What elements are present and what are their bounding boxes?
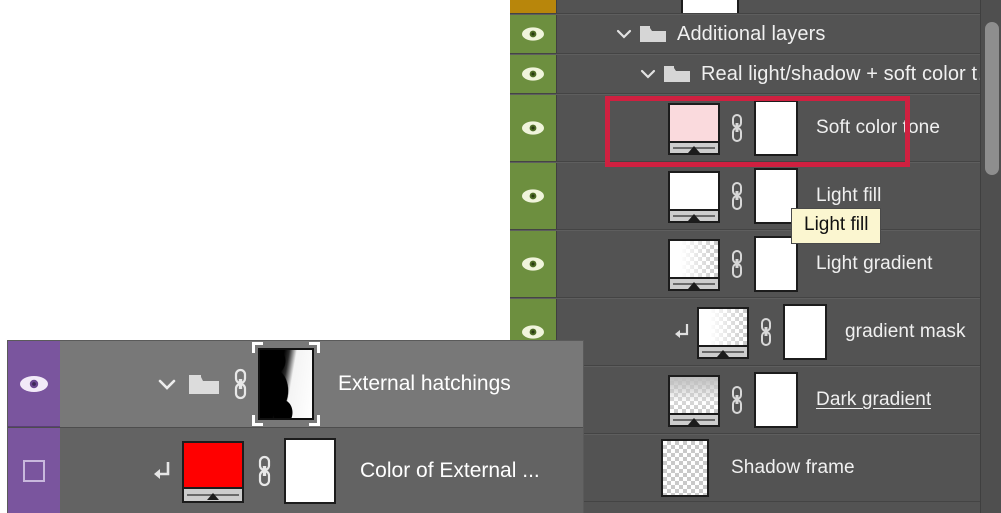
row-content: Real light/shadow + soft color tone: [557, 55, 1001, 93]
eye-icon[interactable]: [520, 324, 546, 340]
visibility-toggle[interactable]: [510, 163, 557, 229]
list-item[interactable]: External hatchings: [8, 341, 583, 428]
chevron-down-icon[interactable]: [154, 371, 180, 397]
layer-mask-thumbnail[interactable]: [284, 438, 336, 504]
layers-panel[interactable]: Additional layers Real light/shadow + so…: [510, 0, 1001, 513]
layer-mask-thumbnail[interactable]: [783, 304, 827, 360]
chevron-down-icon[interactable]: [637, 63, 659, 85]
eye-icon[interactable]: [520, 188, 546, 204]
folder-icon: [664, 66, 690, 82]
table-row[interactable]: [510, 0, 1001, 14]
eye-icon[interactable]: [520, 256, 546, 272]
scrollbar-thumb[interactable]: [985, 22, 999, 175]
screen: Additional layers Real light/shadow + so…: [0, 0, 1001, 513]
layer-mask-thumbnail[interactable]: [754, 372, 798, 428]
visibility-toggle[interactable]: [510, 55, 557, 93]
row-content: Light gradient: [557, 231, 1001, 297]
eye-icon[interactable]: [520, 26, 546, 42]
layer-mask-thumbnail[interactable]: [754, 100, 798, 156]
layer-thumbnail[interactable]: [668, 375, 720, 427]
table-row[interactable]: Real light/shadow + soft color tone: [510, 54, 1001, 94]
layer-name[interactable]: Soft color tone: [816, 117, 940, 139]
link-icon[interactable]: [728, 385, 746, 415]
scrollbar-track[interactable]: [980, 0, 1001, 513]
table-row[interactable]: gradient mask: [510, 298, 1001, 366]
opacity-slider[interactable]: [668, 277, 720, 291]
row-content: Soft color tone: [557, 95, 1001, 161]
layer-name[interactable]: Dark gradient: [816, 389, 931, 411]
row-content: Light fill: [557, 163, 1001, 229]
link-icon[interactable]: [230, 367, 250, 401]
clipping-mask-icon: [675, 324, 689, 338]
table-row[interactable]: Dark gradient: [510, 366, 1001, 434]
chevron-down-icon[interactable]: [613, 23, 635, 45]
row-content: gradient mask: [557, 299, 1001, 365]
tooltip: Light fill: [791, 208, 882, 244]
opacity-slider[interactable]: [668, 141, 720, 155]
link-icon[interactable]: [728, 181, 746, 211]
link-icon[interactable]: [254, 454, 274, 488]
table-row[interactable]: Additional layers: [510, 14, 1001, 54]
eye-icon[interactable]: [520, 66, 546, 82]
table-row[interactable]: Light gradient: [510, 230, 1001, 298]
link-icon[interactable]: [728, 113, 746, 143]
folder-icon: [640, 26, 666, 42]
eye-icon[interactable]: [520, 120, 546, 136]
folder-icon: [189, 374, 219, 394]
row-content: [557, 0, 1001, 13]
layer-name[interactable]: Additional layers: [677, 23, 825, 46]
layer-name[interactable]: External hatchings: [338, 372, 511, 396]
layer-thumbnail[interactable]: [668, 239, 720, 291]
layer-thumbnail[interactable]: [182, 441, 244, 503]
visibility-toggle[interactable]: [8, 428, 60, 513]
row-content: Additional layers: [557, 15, 1001, 53]
link-icon[interactable]: [757, 317, 775, 347]
visibility-toggle[interactable]: [510, 231, 557, 297]
opacity-slider[interactable]: [668, 413, 720, 427]
layer-name[interactable]: Light fill: [816, 185, 881, 207]
visibility-toggle[interactable]: [510, 95, 557, 161]
list-item[interactable]: Color of External ...: [8, 428, 583, 513]
row-content: Shadow frame: [557, 435, 1001, 501]
table-row[interactable]: Shadow frame: [510, 434, 1001, 502]
visibility-toggle[interactable]: [510, 15, 557, 53]
opacity-slider[interactable]: [668, 209, 720, 223]
visibility-toggle[interactable]: [510, 0, 557, 13]
layer-thumbnail[interactable]: [668, 171, 720, 223]
layer-name[interactable]: gradient mask: [845, 321, 966, 343]
visibility-off-icon[interactable]: [23, 459, 45, 482]
clipping-mask-icon: [154, 462, 170, 479]
layer-name[interactable]: Color of External ...: [360, 459, 540, 483]
layer-mask-thumbnail[interactable]: [754, 236, 798, 292]
table-row[interactable]: Light fill: [510, 162, 1001, 230]
layer-thumbnail[interactable]: [668, 103, 720, 155]
link-icon[interactable]: [728, 249, 746, 279]
layer-thumbnail[interactable]: [681, 0, 739, 13]
row-content: External hatchings: [60, 341, 583, 427]
opacity-slider[interactable]: [697, 345, 749, 359]
layer-thumbnail[interactable]: [661, 439, 709, 497]
layers-overlay-panel[interactable]: External hatchings Color of External ...: [8, 341, 583, 513]
layer-mask-thumbnail[interactable]: [252, 342, 320, 426]
opacity-slider[interactable]: [182, 487, 244, 503]
eye-icon[interactable]: [17, 374, 51, 394]
layer-name[interactable]: Real light/shadow + soft color tone: [701, 63, 1001, 86]
layer-thumbnail[interactable]: [697, 307, 749, 359]
visibility-toggle[interactable]: [8, 341, 60, 427]
row-content: Color of External ...: [60, 428, 583, 513]
layer-name[interactable]: Shadow frame: [731, 457, 855, 479]
layer-name[interactable]: Light gradient: [816, 253, 933, 275]
table-row[interactable]: Soft color tone: [510, 94, 1001, 162]
row-content: Dark gradient: [557, 367, 1001, 433]
